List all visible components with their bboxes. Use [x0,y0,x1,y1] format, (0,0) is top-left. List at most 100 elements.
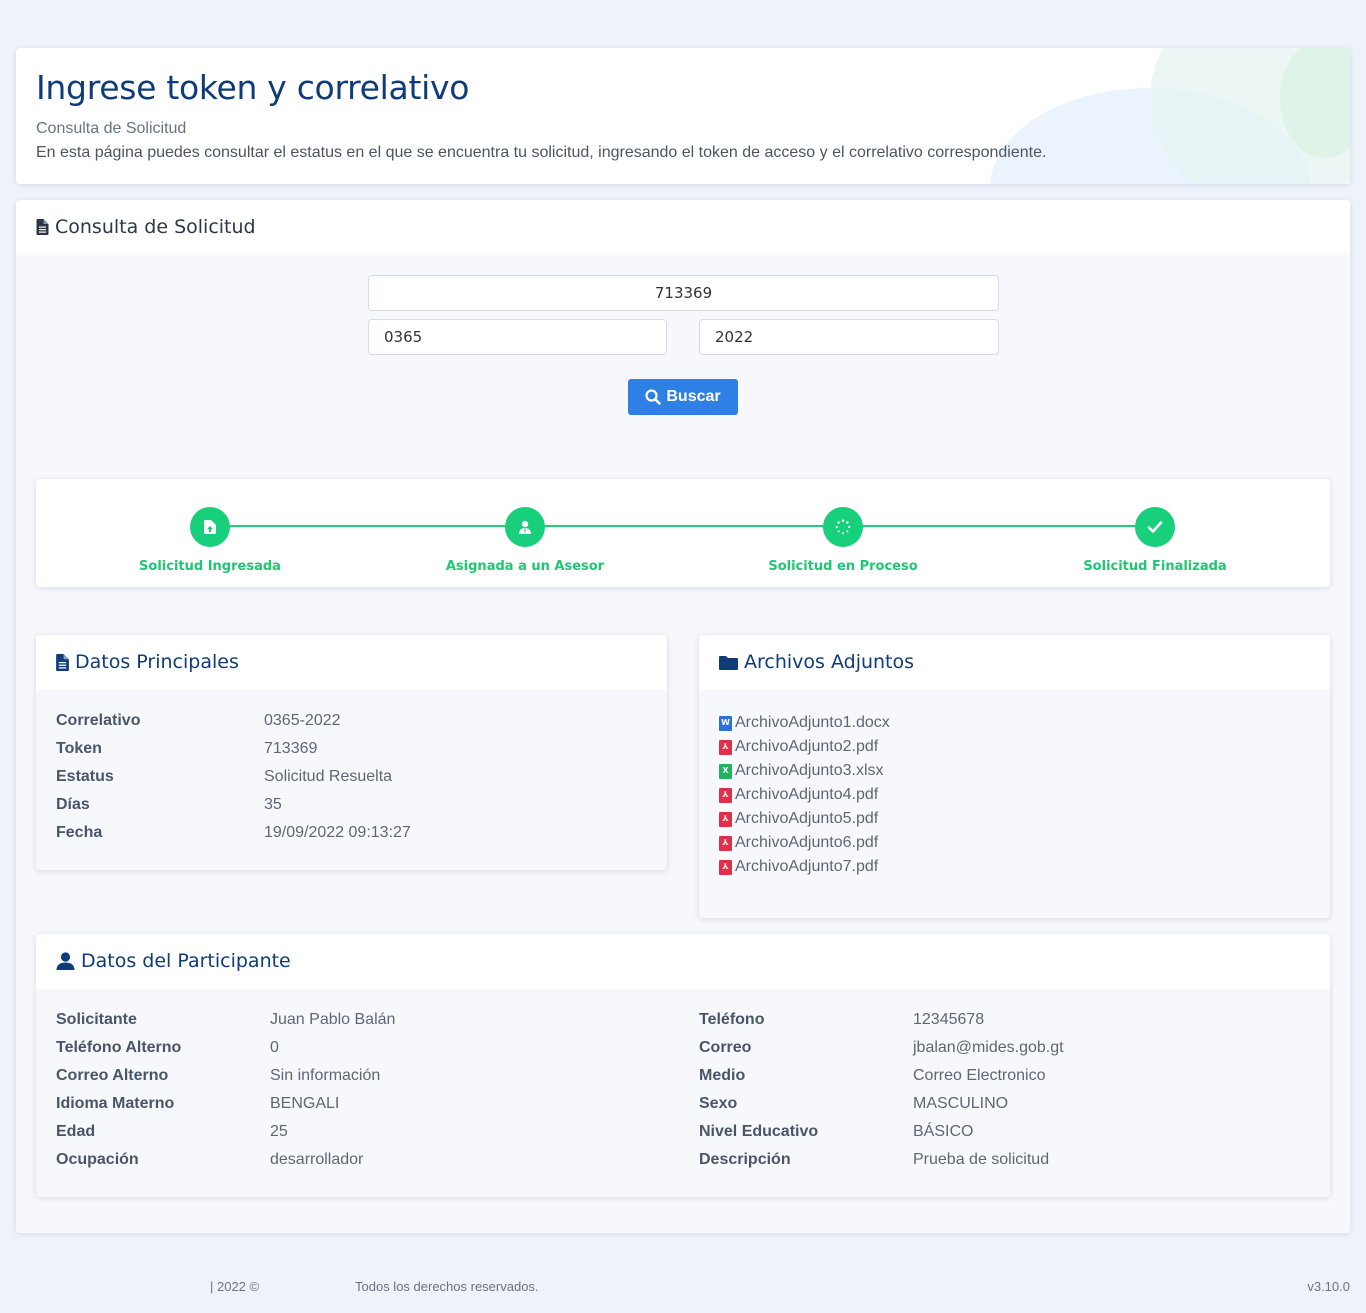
step-label: Solicitud Ingresada [139,559,281,574]
card-header: Datos del Participante [36,934,1330,989]
year-input[interactable]: 2022 [699,319,999,355]
detail-label: Ocupación [56,1151,139,1168]
file-name: ArchivoAdjunto7.pdf [735,858,879,875]
card-header: Consulta de Solicitud [16,200,1350,255]
pdf-file-icon: ⅄ [719,835,732,851]
detail-value: Juan Pablo Balán [270,1011,396,1028]
file-link[interactable]: ⅄ ArchivoAdjunto4.pdf [719,783,890,807]
detail-value: Solicitud Resuelta [264,768,393,785]
detail-row: Correo Alterno Sin información [56,1062,395,1090]
step-solicitud-ingresada: Solicitud Ingresada [110,507,310,574]
detail-row: Edad 25 [56,1118,395,1146]
archivos-adjuntos-card: Archivos Adjuntos W ArchivoAdjunto1.docx… [699,635,1330,918]
step-label: Solicitud Finalizada [1083,559,1227,574]
detail-row: Nivel Educativo BÁSICO [699,1118,1064,1146]
detail-label: Teléfono Alterno [56,1039,182,1056]
file-link[interactable]: ⅄ ArchivoAdjunto6.pdf [719,831,890,855]
file-link[interactable]: ⅄ ArchivoAdjunto7.pdf [719,855,890,879]
detail-label: Estatus [56,768,114,785]
header-card: Ingrese token y correlativo Consulta de … [16,48,1350,184]
correlativo-input[interactable]: 0365 [368,319,667,355]
search-button[interactable]: Buscar [628,379,738,415]
participante-details-left: Solicitante Juan Pablo Balán Teléfono Alt… [56,1006,395,1174]
footer-copyright: | 2022 © [210,1279,260,1294]
datos-participante-card: Datos del Participante Solicitante Juan P… [36,934,1330,1197]
detail-value: desarrollador [270,1151,364,1168]
file-name: ArchivoAdjunto4.pdf [735,786,879,803]
detail-row: Teléfono Alterno 0 [56,1034,395,1062]
excel-file-icon: X [719,763,732,779]
detail-label: Correo [699,1039,752,1056]
detail-label: Descripción [699,1151,791,1168]
detail-label: Medio [699,1067,746,1084]
detail-row: Token 713369 [56,735,411,763]
detail-value: BENGALI [270,1095,340,1112]
detail-label: Edad [56,1123,96,1140]
detail-label: Token [56,740,102,757]
step-label: Solicitud en Proceso [768,559,918,574]
detail-row: Sexo MASCULINO [699,1090,1064,1118]
detail-label: Solicitante [56,1011,137,1028]
file-link[interactable]: X ArchivoAdjunto3.xlsx [719,759,890,783]
step-asignada-asesor: Asignada a un Asesor [425,507,625,574]
card-header: Archivos Adjuntos [699,635,1330,690]
pdf-file-icon: ⅄ [719,739,732,755]
card-title: Archivos Adjuntos [719,651,914,673]
detail-value: 713369 [264,740,318,757]
detail-label: Teléfono [699,1011,765,1028]
stepper-line [210,525,1156,527]
detail-value: Sin información [270,1067,381,1084]
page-description: En esta página puedes consultar el estat… [36,144,1047,161]
detail-row: Descripción Prueba de solicitud [699,1146,1064,1174]
card-title-text: Consulta de Solicitud [55,216,256,238]
consulta-card: Consulta de Solicitud 713369 0365 2022 B… [16,200,1350,1233]
detail-label: Días [56,796,90,813]
step-label: Asignada a un Asesor [445,559,605,574]
token-input[interactable]: 713369 [368,275,999,311]
footer-rights: Todos los derechos reservados. [355,1279,539,1294]
file-name: ArchivoAdjunto1.docx [735,714,890,731]
detail-value: 35 [264,796,282,813]
card-header: Datos Principales [36,635,667,690]
user-icon [56,952,75,970]
participante-details-right: Teléfono 12345678 Correo jbalan@mides.gob.… [699,1006,1064,1174]
detail-row: Estatus Solicitud Resuelta [56,763,411,791]
detail-row: Ocupación desarrollador [56,1146,395,1174]
detail-label: Idioma Materno [56,1095,175,1112]
detail-value: Prueba de solicitud [913,1151,1050,1168]
file-link[interactable]: W ArchivoAdjunto1.docx [719,711,890,735]
card-title: Datos del Participante [56,950,291,972]
detail-value: jbalan@mides.gob.gt [913,1039,1064,1056]
detail-label: Correlativo [56,712,141,729]
file-link[interactable]: ⅄ ArchivoAdjunto2.pdf [719,735,890,759]
file-upload-icon [190,507,230,547]
detail-row: Medio Correo Electronico [699,1062,1064,1090]
file-name: ArchivoAdjunto5.pdf [735,810,879,827]
detail-row: Teléfono 12345678 [699,1006,1064,1034]
detail-label: Nivel Educativo [699,1123,819,1140]
file-list: W ArchivoAdjunto1.docx ⅄ ArchivoAdjunto2… [719,711,890,879]
page-subtitle: Consulta de Solicitud [36,120,187,137]
card-title-text: Datos Principales [75,651,239,673]
pdf-file-icon: ⅄ [719,859,732,875]
detail-row: Correlativo 0365-2022 [56,707,411,735]
file-name: ArchivoAdjunto3.xlsx [735,762,884,779]
folder-icon [719,655,738,670]
detail-row: Correo jbalan@mides.gob.gt [699,1034,1064,1062]
status-stepper: Solicitud Ingresada Asignada a un Asesor [36,479,1330,587]
detail-row: Días 35 [56,791,411,819]
detail-value: 19/09/2022 09:13:27 [264,824,411,841]
file-name: ArchivoAdjunto6.pdf [735,834,879,851]
step-solicitud-finalizada: Solicitud Finalizada [1055,507,1255,574]
detail-row: Solicitante Juan Pablo Balán [56,1006,395,1034]
detail-value: Correo Electronico [913,1067,1046,1084]
pdf-file-icon: ⅄ [719,787,732,803]
detail-label: Fecha [56,824,103,841]
file-text-icon [56,653,69,671]
spinner-icon [823,507,863,547]
search-button-label: Buscar [666,388,721,405]
check-icon [1135,507,1175,547]
word-file-icon: W [719,715,732,731]
file-link[interactable]: ⅄ ArchivoAdjunto5.pdf [719,807,890,831]
principal-details: Correlativo 0365-2022 Token 713369 Estatus… [56,707,411,847]
